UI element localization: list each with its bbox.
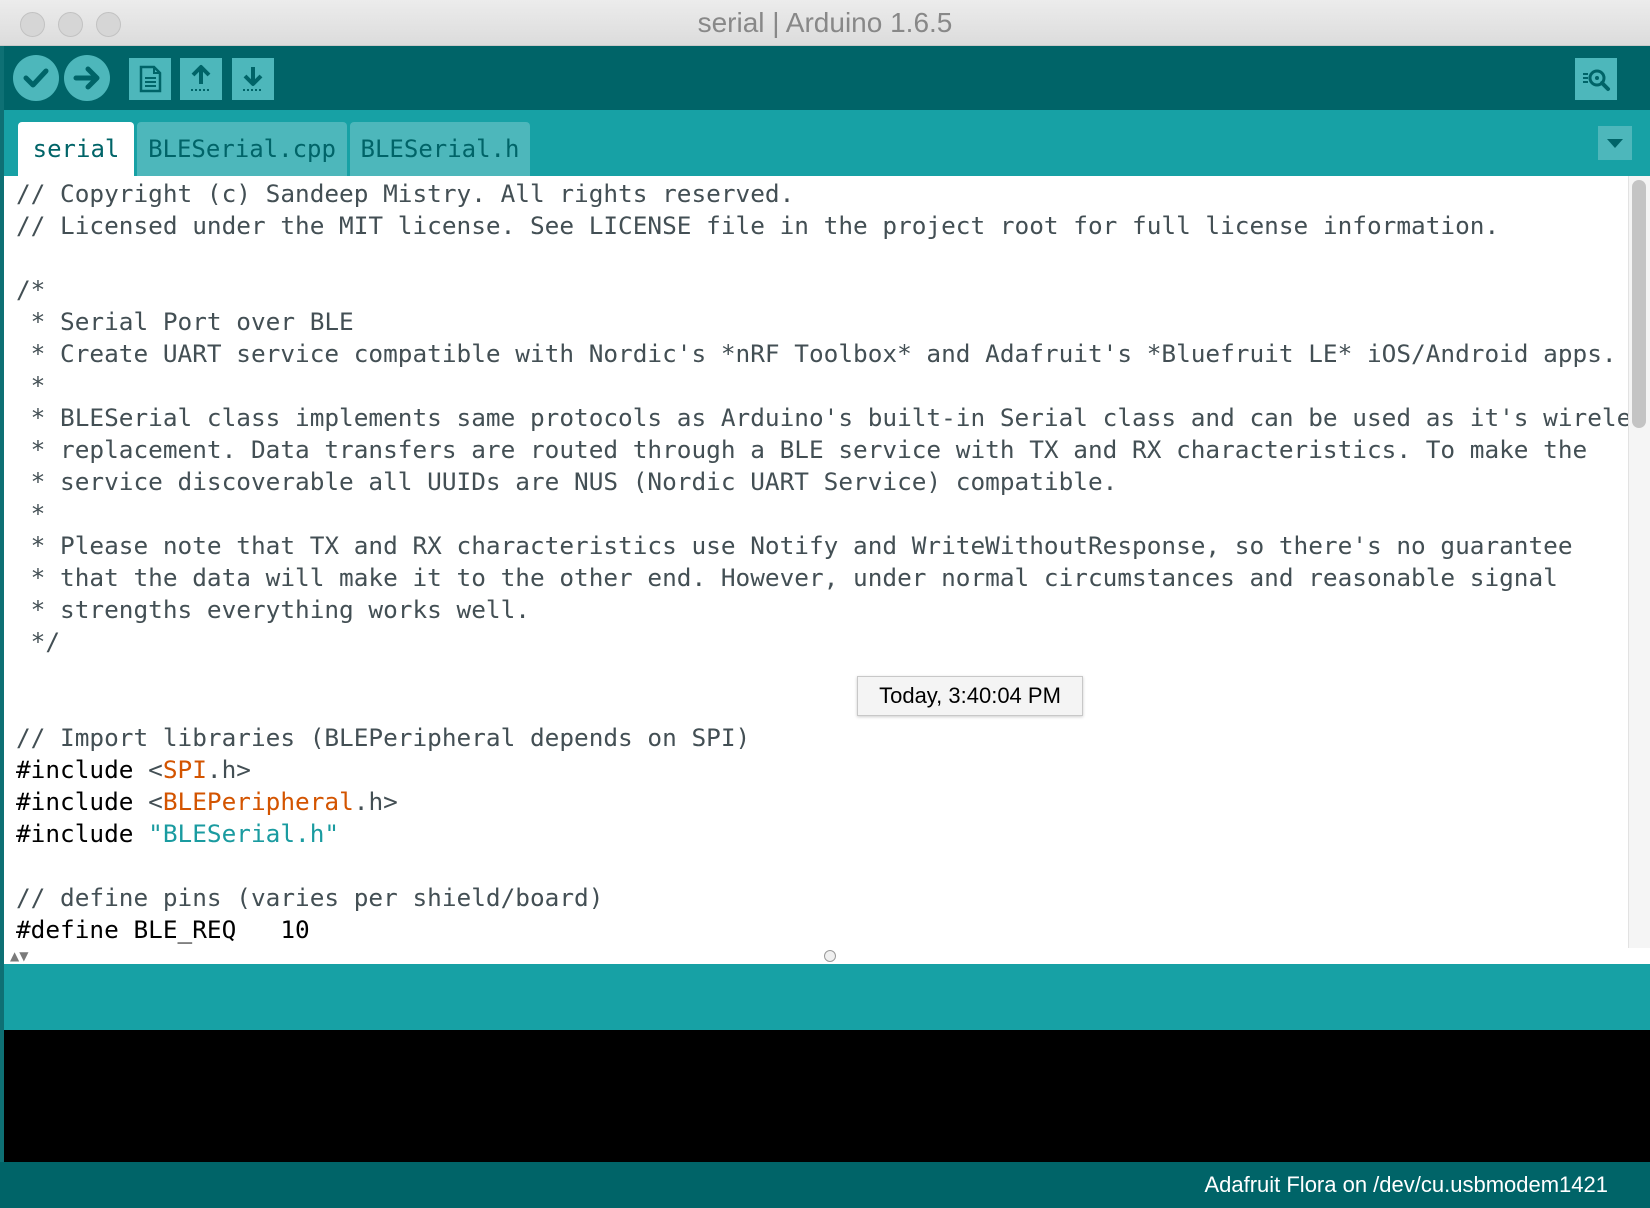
- code-line[interactable]: * strengths everything works well.: [16, 594, 1616, 626]
- code-line[interactable]: #include <SPI.h>: [16, 754, 1616, 786]
- tab-bleserial-h[interactable]: BLESerial.h: [350, 122, 530, 176]
- code-token: * service discoverable all UUIDs are NUS…: [16, 467, 1118, 496]
- tab-bleserial-cpp[interactable]: BLESerial.cpp: [137, 122, 347, 176]
- code-text-area[interactable]: // Copyright (c) Sandeep Mistry. All rig…: [16, 178, 1650, 946]
- code-token: *: [16, 499, 46, 528]
- code-token: #define BLE_REQ 10: [16, 915, 310, 944]
- code-editor[interactable]: // Copyright (c) Sandeep Mistry. All rig…: [4, 176, 1650, 948]
- code-line[interactable]: // Licensed under the MIT license. See L…: [16, 210, 1616, 242]
- serial-monitor-button[interactable]: [1575, 58, 1617, 100]
- vertical-scrollbar-thumb[interactable]: [1632, 180, 1646, 428]
- save-sketch-button[interactable]: [232, 58, 274, 100]
- check-icon: [23, 68, 49, 88]
- code-line[interactable]: /*: [16, 274, 1616, 306]
- code-line[interactable]: * service discoverable all UUIDs are NUS…: [16, 466, 1616, 498]
- tab-serial[interactable]: serial: [18, 122, 134, 176]
- code-token: // Licensed under the MIT license. See L…: [16, 211, 1500, 240]
- console-output[interactable]: [4, 1030, 1650, 1162]
- code-token: <: [148, 755, 163, 784]
- code-line[interactable]: #include <BLEPeripheral.h>: [16, 786, 1616, 818]
- editor-bottom-strip: ▲▼: [4, 948, 1650, 964]
- code-line[interactable]: #define BLE_REQ 10: [16, 914, 1616, 946]
- code-line[interactable]: // Copyright (c) Sandeep Mistry. All rig…: [16, 178, 1616, 210]
- tab-menu-button[interactable]: [1598, 126, 1632, 160]
- upload-button[interactable]: [64, 55, 110, 101]
- board-port-status: Adafruit Flora on /dev/cu.usbmodem1421: [1204, 1172, 1608, 1197]
- code-line[interactable]: * Serial Port over BLE: [16, 306, 1616, 338]
- code-token: * Create UART service compatible with No…: [16, 339, 1617, 368]
- code-token: *: [16, 371, 46, 400]
- tab-strip: serial BLESerial.cpp BLESerial.h: [0, 110, 1650, 176]
- code-token: .h>: [353, 787, 398, 816]
- new-file-icon: [139, 65, 162, 93]
- code-line[interactable]: #include "BLESerial.h": [16, 818, 1616, 850]
- vertical-scrollbar[interactable]: [1628, 176, 1650, 948]
- code-line[interactable]: // Import libraries (BLEPeripheral depen…: [16, 722, 1616, 754]
- code-line[interactable]: */: [16, 626, 1616, 658]
- code-token: <: [148, 787, 163, 816]
- code-token: * Please note that TX and RX characteris…: [16, 531, 1573, 560]
- code-line[interactable]: * Please note that TX and RX characteris…: [16, 530, 1616, 562]
- code-token: * that the data will make it to the othe…: [16, 563, 1558, 592]
- code-line[interactable]: * that the data will make it to the othe…: [16, 562, 1616, 594]
- magnifier-icon: [1583, 69, 1610, 91]
- code-token: * Serial Port over BLE: [16, 307, 354, 336]
- code-token: * strengths everything works well.: [16, 595, 530, 624]
- code-line[interactable]: [16, 242, 1616, 274]
- code-token: // define pins (varies per shield/board): [16, 883, 604, 912]
- code-token: * replacement. Data transfers are routed…: [16, 435, 1588, 464]
- new-sketch-button[interactable]: [129, 58, 171, 100]
- code-token: */: [16, 627, 61, 656]
- title-bar: serial | Arduino 1.6.5: [0, 0, 1650, 46]
- save-arrow-down-icon: [243, 67, 263, 91]
- code-line[interactable]: [16, 690, 1616, 722]
- chevron-down-icon: [1607, 139, 1623, 148]
- code-line[interactable]: *: [16, 370, 1616, 402]
- code-token: BLEPeripheral: [162, 787, 354, 816]
- code-token: #include: [16, 787, 149, 816]
- code-token: // Copyright (c) Sandeep Mistry. All rig…: [16, 179, 795, 208]
- code-token: SPI: [162, 755, 207, 784]
- verify-button[interactable]: [13, 55, 59, 101]
- code-token: .h>: [206, 755, 251, 784]
- code-line[interactable]: * Create UART service compatible with No…: [16, 338, 1617, 370]
- window-title: serial | Arduino 1.6.5: [697, 7, 953, 38]
- open-arrow-up-icon: [191, 65, 211, 91]
- timestamp-tooltip: Today, 3:40:04 PM: [857, 676, 1083, 716]
- code-line[interactable]: [16, 850, 1616, 882]
- open-sketch-button[interactable]: [180, 58, 222, 100]
- code-token: * BLESerial class implements same protoc…: [16, 403, 1650, 432]
- code-token: // Import libraries (BLEPeripheral depen…: [16, 723, 751, 752]
- toolbar: [0, 46, 1650, 110]
- scroll-arrows-icon[interactable]: ▲▼: [10, 948, 28, 964]
- arrow-right-icon: [73, 66, 100, 90]
- code-line[interactable]: * BLESerial class implements same protoc…: [16, 402, 1650, 434]
- code-token: "BLESerial.h": [148, 819, 340, 848]
- code-token: #include: [16, 755, 149, 784]
- code-line[interactable]: * replacement. Data transfers are routed…: [16, 434, 1616, 466]
- message-bar: [4, 964, 1650, 1030]
- status-bar: Adafruit Flora on /dev/cu.usbmodem1421: [0, 1162, 1650, 1208]
- code-line[interactable]: // define pins (varies per shield/board): [16, 882, 1616, 914]
- horizontal-scroll-handle[interactable]: [824, 950, 836, 962]
- code-token: /*: [16, 275, 46, 304]
- code-line[interactable]: *: [16, 498, 1616, 530]
- code-line[interactable]: [16, 658, 1616, 690]
- code-token: #include: [16, 819, 149, 848]
- arduino-ide-window: serial | Arduino 1.6.5 serial BLESerial.…: [0, 0, 1650, 1208]
